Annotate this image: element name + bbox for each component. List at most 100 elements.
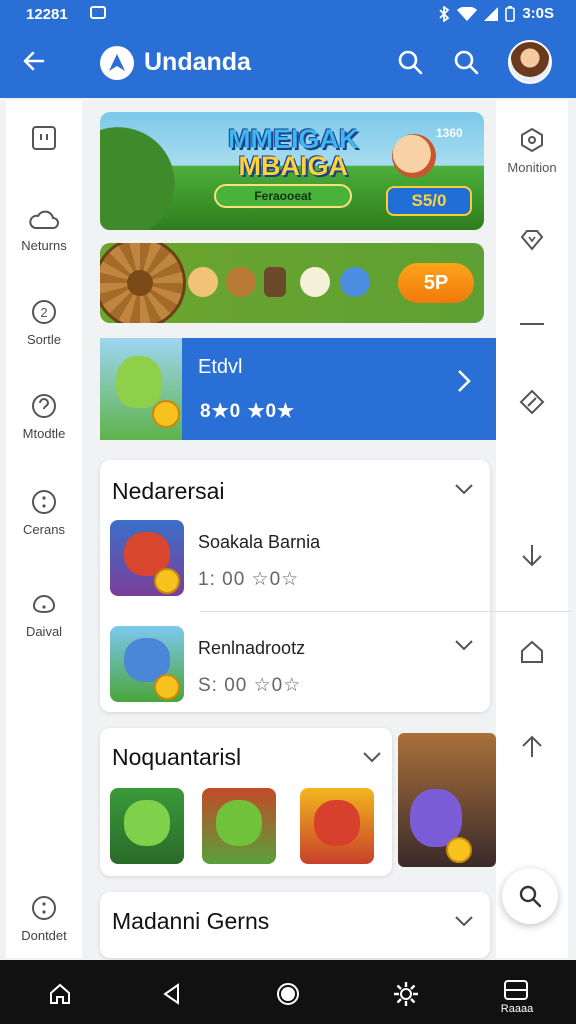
featured-game-art[interactable] [398,733,496,867]
banner-character-image [392,134,436,178]
rail-item-mtodtle[interactable]: Mtodtle [6,392,82,441]
search-icon [454,50,479,75]
banner-action-button[interactable]: Feraooeat [214,184,352,208]
rail-item-cerans[interactable]: Cerans [6,488,82,537]
shield-icon [32,595,56,614]
rail-item-daival[interactable]: Daival [6,590,82,639]
rail-label: Daival [25,624,63,639]
chevron-down-icon[interactable] [362,750,382,764]
event-art-image [100,338,182,440]
rail-item-arrow-up[interactable] [496,732,568,766]
rail-label: Cerans [23,522,65,537]
event-rating: 8★0 ★0★ [200,401,296,422]
wifi-icon [457,6,478,21]
rail-item-returns[interactable]: Neturns [6,206,82,253]
rail-label: Mtodtle [22,426,66,441]
signal-icon [484,6,499,21]
banner-title-line2: MBAIGA [238,151,349,181]
spin-wheel-card[interactable]: 5P [100,243,484,323]
chevron-right-icon[interactable] [454,368,474,402]
game-tile[interactable] [110,788,184,864]
status-bar: 12281 3:0S [0,0,576,28]
search-icon [398,50,423,75]
section-card-3: Madanni Gerns [100,892,490,958]
cloud-icon [29,210,59,229]
coin-icon [446,837,472,863]
diamond-square-icon [519,389,545,415]
rail-item-minus[interactable] [496,310,568,344]
section-card-1: Nedarersai Soakala Barnia 1: 00 ☆0☆ Renl… [100,460,570,712]
nav-label: Raaaa [500,1003,534,1015]
item-name: Soakala Barnia [198,532,321,552]
prize-item [300,267,330,297]
game-thumbnail [110,626,184,702]
bottom-nav-bar: Raaaa [0,960,576,1024]
rail-label: Neturns [21,238,67,253]
right-nav-rail: Monition [496,100,568,958]
avatar[interactable] [508,40,552,84]
back-nav-button[interactable] [152,974,192,1014]
gear-icon [394,982,418,1006]
search-fab[interactable] [502,868,558,924]
svg-text:2: 2 [40,305,47,320]
game-thumbnail [110,520,184,596]
banner-foliage [100,112,190,230]
rail-item-arrow-down[interactable] [496,542,568,576]
back-button[interactable] [18,48,50,78]
banner-score: 1360 [436,126,463,140]
prize-wheel-image [100,243,186,323]
item-rating: 1: 00 ☆0☆ [198,569,300,590]
number-two-icon: 2 [32,300,56,324]
game-tile[interactable] [300,788,374,864]
battery-icon [505,5,516,22]
banner-price-button[interactable]: S5/0 [386,186,472,216]
chevron-down-icon[interactable] [454,914,474,928]
item-name: Renlnadrootz [198,638,306,658]
home-icon [50,983,70,1004]
search-button-secondary[interactable] [452,48,480,81]
status-right: 3:0S [438,5,554,22]
app-root: 12281 3:0S Undanda Neturns 2 Sortle Mtod… [0,0,576,1024]
monster-image [216,800,262,846]
rail-item-home[interactable] [496,638,568,672]
rail-item-dontdet[interactable]: Dontdet [6,894,82,943]
rail-label: Dontdet [21,928,67,943]
rail-item-diamond-square[interactable] [496,388,568,422]
hexagon-icon [521,127,543,153]
event-card[interactable]: Etdvl 8★0 ★0★ [100,338,496,440]
dots-circle-icon [32,896,56,920]
coin-icon [154,674,180,700]
home-button[interactable] [40,974,80,1014]
bluetooth-icon [439,5,450,22]
spin-button[interactable]: 5P [398,263,474,303]
game-tile[interactable] [202,788,276,864]
list-item[interactable]: Renlnadrootz S: 00 ☆0☆ [110,626,480,706]
recents-icon [504,980,528,1000]
coin-icon [154,568,180,594]
rail-item-diamond[interactable] [496,226,568,260]
arrow-down-icon [522,545,542,567]
featured-banner[interactable]: MMEIGAK MBAIGA Feraooeat 1360 S5/0 [100,112,484,230]
monster-image [314,800,360,846]
chevron-down-icon[interactable] [454,482,474,496]
list-item[interactable]: Soakala Barnia 1: 00 ☆0☆ [110,520,480,600]
prize-item [264,267,286,297]
settings-button[interactable] [386,974,426,1014]
search-icon [519,885,542,908]
top-bar: 12281 3:0S Undanda [0,0,576,98]
minus-icon [520,323,544,325]
triangle-back-icon [163,983,179,1005]
prize-item [226,267,256,297]
rail-item-monition[interactable]: Monition [496,126,568,175]
banner-title-line1: MMEIGAK [228,124,359,154]
status-time: 12281 [26,6,68,23]
rail-label: Sortle [27,332,61,347]
rail-item-sortle[interactable]: 2 Sortle [6,298,82,347]
search-button[interactable] [396,48,424,81]
square-icon [32,126,56,150]
chevron-down-icon[interactable] [454,638,474,652]
circle-badge-icon [32,394,56,418]
home-circle-button[interactable] [268,974,308,1014]
rail-item-square[interactable] [6,124,82,158]
rail-label: Monition [507,160,557,175]
